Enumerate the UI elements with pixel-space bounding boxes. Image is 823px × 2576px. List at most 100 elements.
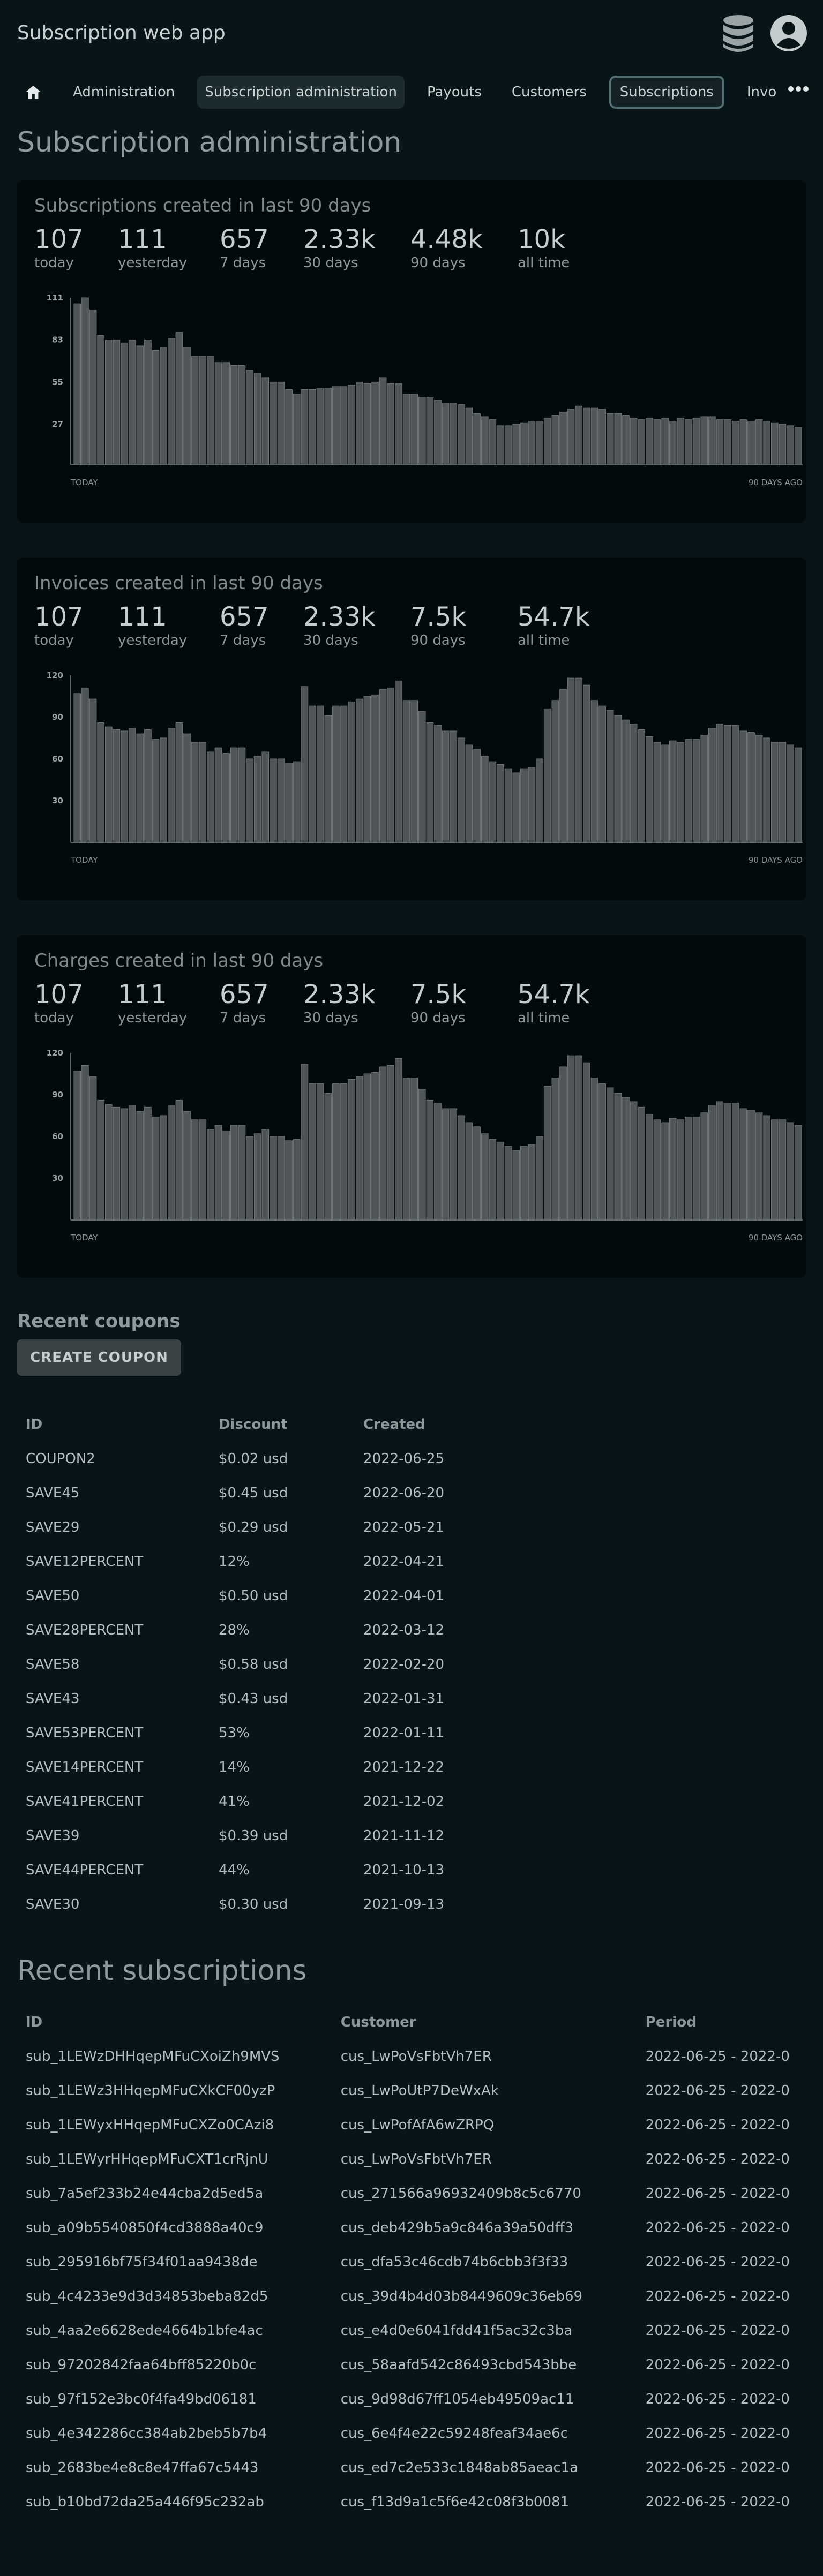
table-row[interactable]: SAVE58 $0.58 usd 2022-02-20: [17, 1647, 515, 1682]
table-cell: $0.50 usd: [219, 1588, 288, 1604]
table-cell: 2022-06-25 - 2022-0: [645, 2323, 790, 2339]
table-row[interactable]: sub_4e342286cc384ab2beb5b7b4 cus_6e4f4e22…: [17, 2416, 823, 2451]
bar: [230, 747, 238, 843]
bar: [277, 381, 285, 465]
table-row[interactable]: sub_1LEWzDHHqepMFuCXoiZh9MVS cus_LwPoVsFb…: [17, 2039, 823, 2074]
table-row[interactable]: sub_295916bf75f34f01aa9438de cus_dfa53c46…: [17, 2245, 823, 2279]
bar: [583, 684, 590, 843]
bar: [214, 362, 222, 465]
bar: [434, 725, 442, 843]
table-row[interactable]: SAVE39 $0.39 usd 2021-11-12: [17, 1819, 515, 1853]
table-row[interactable]: SAVE43 $0.43 usd 2022-01-31: [17, 1682, 515, 1716]
table-row[interactable]: SAVE53PERCENT 53% 2022-01-11: [17, 1716, 515, 1750]
table-row[interactable]: sub_7a5ef233b24e44cba2d5ed5a cus_271566a9…: [17, 2176, 823, 2211]
table-row[interactable]: sub_97f152e3bc0f4fa49bd06181 cus_9d98d67f…: [17, 2382, 823, 2416]
bar-chart: 120 90 60 30 TODAY 90 DAYS AGO: [47, 1048, 803, 1242]
table-row[interactable]: sub_2683be4e8c8e47ffa67c5443 cus_ed7c2e53…: [17, 2451, 823, 2485]
table-cell: 2022-04-21: [363, 1554, 445, 1570]
bar: [152, 739, 160, 843]
create-coupon-button[interactable]: CREATE COUPON: [17, 1339, 181, 1376]
home-icon[interactable]: [17, 76, 49, 109]
table-row[interactable]: SAVE45 $0.45 usd 2022-06-20: [17, 1476, 515, 1510]
bar: [458, 737, 465, 843]
table-row[interactable]: sub_4aa2e6628ede4664b1bfe4ac cus_e4d0e604…: [17, 2314, 823, 2348]
table-row[interactable]: sub_1LEWyrHHqepMFuCXT1crRjnU cus_LwPoVsFb…: [17, 2142, 823, 2176]
table-cell: cus_dfa53c46cdb74b6cbb3f3f33: [340, 2254, 568, 2270]
bar: [669, 1118, 677, 1221]
table-row[interactable]: SAVE28PERCENT 28% 2022-03-12: [17, 1613, 515, 1647]
table-row[interactable]: sub_4c4233e9d3d34853beba82d5 cus_39d4b4d0…: [17, 2279, 823, 2314]
nav-subscriptions[interactable]: Subscriptions: [609, 76, 724, 109]
table-row[interactable]: SAVE41PERCENT 41% 2021-12-02: [17, 1784, 515, 1819]
table-cell: 2022-06-25 - 2022-0: [645, 2048, 790, 2065]
bar: [747, 1110, 755, 1221]
nav-administration[interactable]: Administration: [65, 76, 182, 109]
bar: [309, 1083, 316, 1221]
table-cell: sub_2683be4e8c8e47ffa67c5443: [26, 2460, 259, 2476]
nav-customers[interactable]: Customers: [504, 76, 594, 109]
table-row[interactable]: sub_1LEWyxHHqepMFuCXZo0CAzi8 cus_LwPofAfA…: [17, 2108, 823, 2142]
table-cell: 2021-12-22: [363, 1759, 445, 1775]
app-title: Subscription web app: [17, 21, 226, 44]
bar: [590, 407, 598, 465]
bar: [387, 687, 395, 843]
bar: [277, 758, 285, 843]
bar: [261, 751, 270, 843]
table-row[interactable]: SAVE12PERCENT 12% 2022-04-21: [17, 1545, 515, 1579]
table-row[interactable]: SAVE29 $0.29 usd 2022-05-21: [17, 1510, 515, 1545]
stats-row: 107 today 111 yesterday 657 7 days 2.33k 30 day…: [34, 225, 625, 272]
bar: [410, 1078, 418, 1221]
column-header: Period: [645, 2014, 697, 2030]
stat-label: all time: [518, 632, 570, 649]
bar: [606, 413, 614, 465]
table-row[interactable]: SAVE14PERCENT 14% 2021-12-22: [17, 1750, 515, 1784]
stat-label: yesterday: [118, 255, 188, 271]
bar: [324, 715, 332, 843]
table-cell: 2022-06-25 - 2022-0: [645, 2220, 790, 2236]
account-icon[interactable]: [769, 14, 808, 55]
stat: 10k all time: [518, 225, 625, 272]
table-row[interactable]: sub_b10bd72da25a446f95c232ab cus_f13d9a1c…: [17, 2485, 823, 2519]
table-cell: cus_LwPofAfA6wZRPQ: [340, 2117, 495, 2133]
more-icon[interactable]: [788, 85, 809, 95]
bar: [301, 686, 309, 843]
bar: [630, 1101, 638, 1221]
x-axis-end-label: 90 DAYS AGO: [749, 855, 803, 865]
card-title: Charges created in last 90 days: [34, 950, 324, 971]
nav-payouts[interactable]: Payouts: [420, 76, 489, 109]
bar: [794, 427, 802, 465]
table-row[interactable]: SAVE30 $0.30 usd 2021-09-13: [17, 1887, 515, 1922]
bar: [426, 1099, 434, 1221]
bar: [794, 1125, 802, 1221]
table-cell: sub_4c4233e9d3d34853beba82d5: [26, 2288, 268, 2304]
nav-invoices[interactable]: Invo: [739, 76, 784, 109]
bar: [622, 1097, 630, 1221]
bar: [316, 388, 324, 465]
stat-label: 90 days: [410, 1010, 466, 1026]
bar: [410, 700, 418, 843]
table-row[interactable]: sub_97202842faa64bff85220b0c cus_58aafd54…: [17, 2348, 823, 2382]
bar: [293, 1139, 301, 1221]
bar: [348, 701, 355, 843]
table-row[interactable]: SAVE44PERCENT 44% 2021-10-13: [17, 1853, 515, 1887]
table-cell: 44%: [219, 1862, 250, 1878]
table-row[interactable]: sub_1LEWz3HHqepMFuCXkCF00yzP cus_LwPoUtP7…: [17, 2074, 823, 2108]
table-cell: $0.30 usd: [219, 1896, 288, 1912]
bar: [739, 419, 747, 465]
database-icon[interactable]: [721, 14, 755, 55]
table-row[interactable]: COUPON2 $0.02 usd 2022-06-25: [17, 1442, 515, 1476]
charges-chart-card: Charges created in last 90 days 107 today…: [17, 935, 806, 1278]
bar: [731, 725, 739, 843]
table-row[interactable]: SAVE50 $0.50 usd 2022-04-01: [17, 1579, 515, 1613]
bar: [489, 1139, 497, 1221]
stat-value: 111: [118, 224, 167, 254]
bar: [340, 1083, 348, 1221]
table-row[interactable]: sub_a09b5540850f4cd3888a40c9 cus_deb429b5…: [17, 2211, 823, 2245]
coupons-table: ID Discount Created COUPON2 $0.02 usd 2022…: [17, 1407, 515, 1922]
bar: [551, 1078, 559, 1221]
nav-subscription-administration[interactable]: Subscription administration: [197, 76, 405, 109]
bar: [575, 405, 583, 465]
table-cell: cus_39d4b4d03b8449609c36eb69: [340, 2288, 583, 2304]
bar: [465, 407, 473, 465]
table-cell: SAVE45: [26, 1485, 80, 1501]
